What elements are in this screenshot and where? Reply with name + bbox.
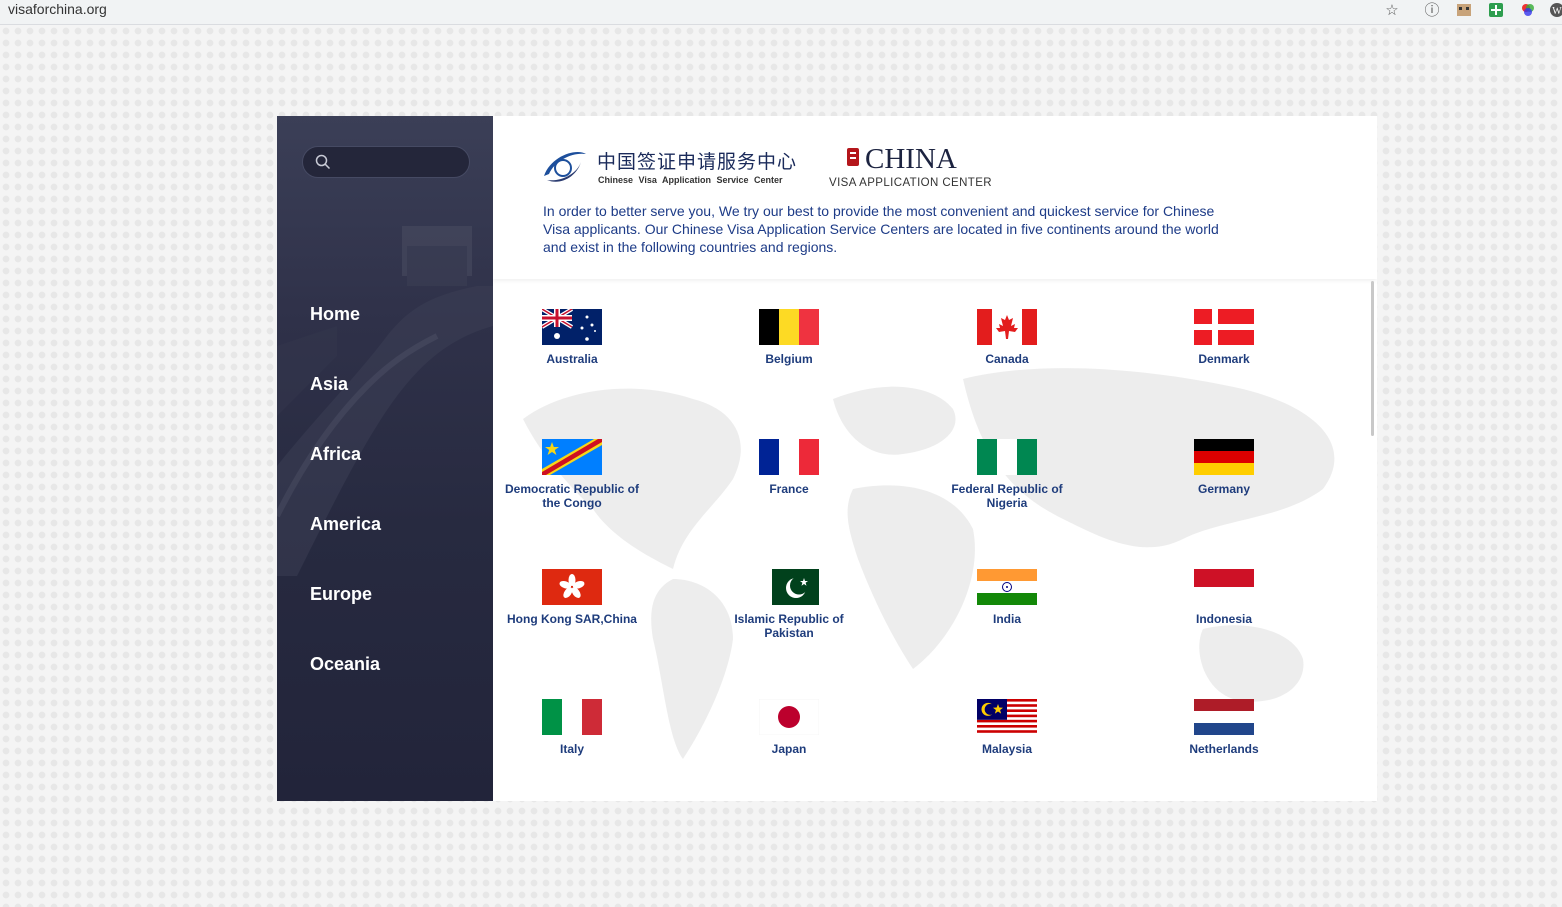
search-input[interactable]	[337, 151, 461, 175]
country-pakistan[interactable]: Islamic Republic of Pakistan	[719, 569, 859, 640]
denmark-flag-icon	[1194, 309, 1254, 345]
bookmark-star-icon[interactable]: ☆	[1383, 2, 1401, 20]
svg-text:W: W	[1552, 6, 1562, 17]
country-name: Denmark	[1198, 352, 1250, 366]
country-name: Netherlands	[1189, 742, 1259, 756]
country-name: Germany	[1197, 482, 1251, 496]
country-name: Belgium	[765, 352, 813, 366]
pakistan-flag-icon	[759, 569, 819, 605]
country-name: Japan	[771, 742, 807, 756]
country-france[interactable]: France	[719, 439, 859, 496]
extension-icon[interactable]	[1455, 2, 1473, 20]
sidebar: Home Asia Africa America Europe Oceania	[277, 116, 493, 801]
country-hong-kong[interactable]: Hong Kong SAR,China	[502, 569, 642, 626]
logo-english-text: Chinese Visa Application Service Center	[598, 175, 783, 185]
header: 中国签证申请服务中心 Chinese Visa Application Serv…	[493, 116, 1377, 279]
scrollbar[interactable]	[1371, 281, 1374, 436]
nav-item-africa[interactable]: Africa	[310, 444, 361, 465]
country-belgium[interactable]: Belgium	[719, 309, 859, 366]
belgium-flag-icon	[759, 309, 819, 345]
china-logo-text[interactable]: CHINA	[865, 143, 957, 176]
browser-address-bar: visaforchina.org ☆ ⓘ W	[0, 0, 1562, 25]
country-name: Italy	[559, 742, 584, 756]
country-malaysia[interactable]: Malaysia	[937, 699, 1077, 756]
country-name: Indonesia	[1195, 612, 1252, 626]
canada-flag-icon	[977, 309, 1037, 345]
nav-item-america[interactable]: America	[310, 514, 381, 535]
country-name: Federal Republic of Nigeria	[951, 482, 1063, 510]
country-denmark[interactable]: Denmark	[1154, 309, 1294, 366]
france-flag-icon	[759, 439, 819, 475]
country-name: Australia	[546, 352, 598, 366]
country-indonesia[interactable]: Indonesia	[1154, 569, 1294, 626]
search-icon[interactable]	[315, 154, 331, 170]
indonesia-flag-icon	[1194, 569, 1254, 605]
country-dr-congo[interactable]: Democratic Republic of the Congo	[502, 439, 642, 510]
country-name: Malaysia	[981, 742, 1033, 756]
url-text[interactable]: visaforchina.org	[8, 1, 107, 17]
cvasc-logo-icon[interactable]	[541, 146, 589, 186]
italy-flag-icon	[542, 699, 602, 735]
search-box[interactable]	[302, 146, 470, 178]
country-canada[interactable]: Canada	[937, 309, 1077, 366]
info-extension-icon[interactable]: ⓘ	[1423, 2, 1441, 20]
nav-item-home[interactable]: Home	[310, 304, 360, 325]
country-netherlands[interactable]: Netherlands	[1154, 699, 1294, 756]
country-name: Democratic Republic of the Congo	[504, 482, 640, 510]
visa-application-center-text: VISA APPLICATION CENTER	[829, 177, 993, 189]
extension-color-icon[interactable]	[1519, 2, 1537, 20]
netherlands-flag-icon	[1194, 699, 1254, 735]
country-australia[interactable]: Australia	[502, 309, 642, 366]
country-india[interactable]: India	[937, 569, 1077, 626]
india-flag-icon	[977, 569, 1037, 605]
hong-kong-flag-icon	[542, 569, 602, 605]
country-name: Islamic Republic of Pakistan	[734, 612, 844, 640]
country-name: India	[992, 612, 1021, 626]
logo-chinese-text: 中国签证申请服务中心	[597, 151, 798, 173]
country-nigeria[interactable]: Federal Republic of Nigeria	[937, 439, 1077, 510]
wordpress-extension-icon[interactable]: W	[1548, 2, 1562, 20]
intro-paragraph: In order to better serve you, We try our…	[543, 203, 1219, 255]
japan-flag-icon	[759, 699, 819, 735]
country-name: Canada	[985, 352, 1029, 366]
dr-congo-flag-icon	[542, 439, 602, 475]
main-content: 中国签证申请服务中心 Chinese Visa Application Serv…	[493, 116, 1377, 801]
country-italy[interactable]: Italy	[502, 699, 642, 756]
country-germany[interactable]: Germany	[1154, 439, 1294, 496]
nav-item-oceania[interactable]: Oceania	[310, 654, 380, 675]
australia-flag-icon	[542, 309, 602, 345]
country-name: Hong Kong SAR,China	[507, 612, 637, 626]
nigeria-flag-icon	[977, 439, 1037, 475]
country-name: France	[769, 482, 809, 496]
extension-plus-icon[interactable]	[1487, 2, 1505, 20]
malaysia-flag-icon	[977, 699, 1037, 735]
nav-item-europe[interactable]: Europe	[310, 584, 372, 605]
germany-flag-icon	[1194, 439, 1254, 475]
country-japan[interactable]: Japan	[719, 699, 859, 756]
nav-item-asia[interactable]: Asia	[310, 374, 348, 395]
china-seal-icon	[847, 148, 859, 166]
